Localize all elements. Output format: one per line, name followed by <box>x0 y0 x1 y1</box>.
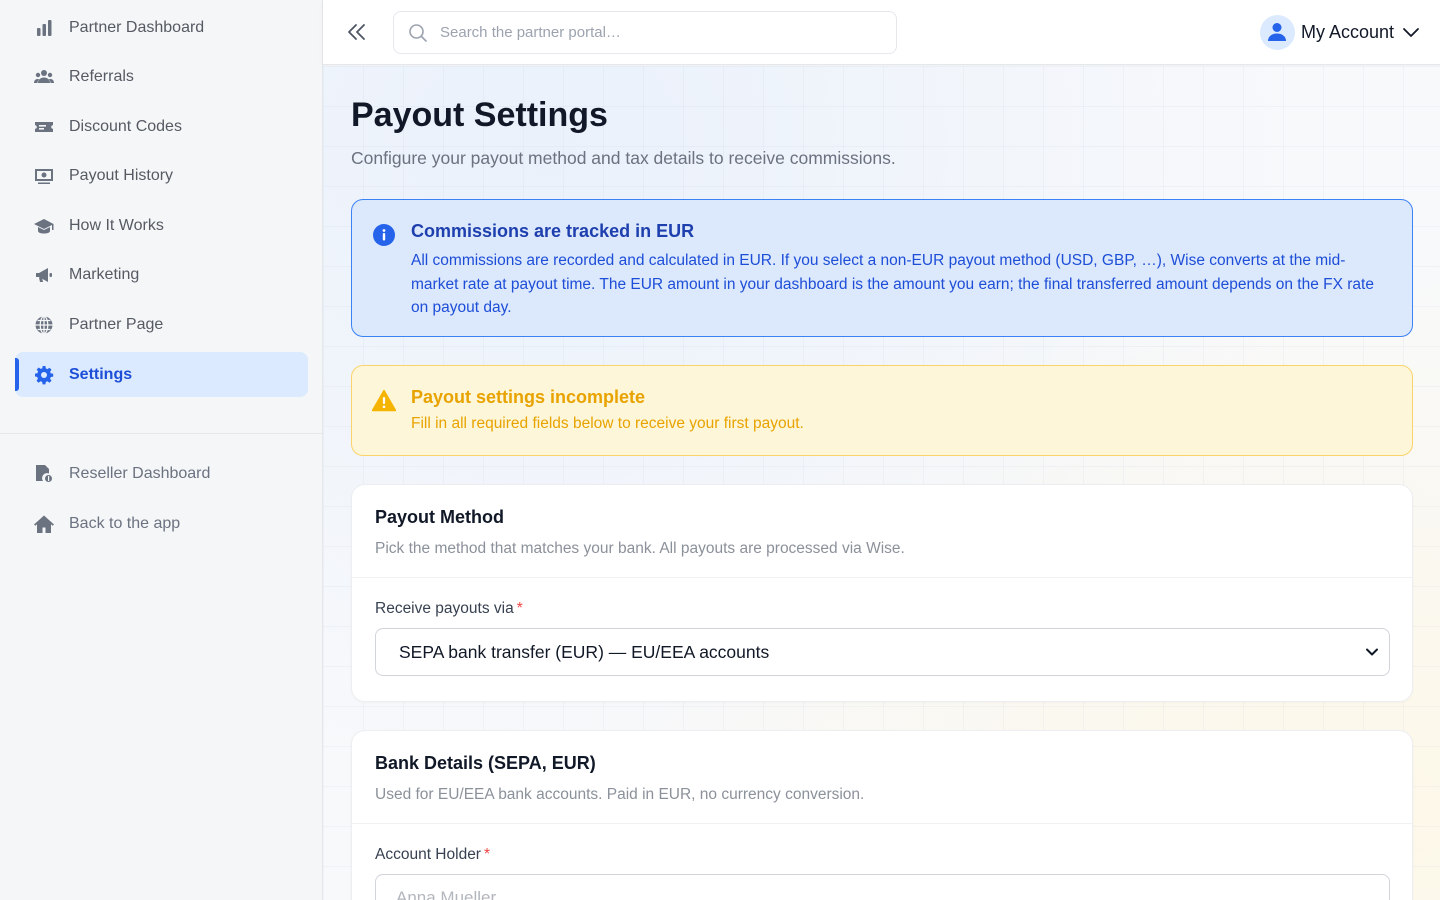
required-mark: * <box>483 846 491 863</box>
info-alert-body: All commissions are recorded and calcula… <box>411 252 1374 316</box>
users-icon <box>33 66 55 88</box>
main-content: Payout Settings Configure your payout me… <box>323 66 1440 900</box>
field-label: Account Holder * <box>375 846 490 863</box>
selected-value: SEPA bank transfer (EUR) — EU/EEA accoun… <box>399 641 770 662</box>
info-alert-title: Commissions are tracked in EUR <box>411 221 695 241</box>
account-holder-input[interactable] <box>396 875 1369 900</box>
sidebar-item-marketing[interactable]: Marketing <box>15 252 308 297</box>
field-label-text: Receive payouts via <box>375 600 514 617</box>
page-subtitle: Configure your payout method and tax det… <box>351 148 896 168</box>
warning-alert-body: Fill in all required fields below to rec… <box>411 415 804 432</box>
info-alert: Commissions are tracked in EUR All commi… <box>351 199 1413 337</box>
sidebar-item-back-to-app[interactable]: Back to the app <box>15 501 308 546</box>
sidebar-item-label: Referrals <box>69 67 134 85</box>
user-icon <box>1268 23 1287 41</box>
card-title: Payout Method <box>375 507 504 527</box>
sidebar-item-referrals[interactable]: Referrals <box>15 54 308 99</box>
account-holder-field[interactable] <box>375 874 1390 900</box>
sidebar-item-partner-dashboard[interactable]: Partner Dashboard <box>15 5 308 50</box>
sidebar-item-how-it-works[interactable]: How It Works <box>15 203 308 248</box>
sidebar-item-label: How It Works <box>69 216 164 234</box>
collapse-sidebar-button[interactable] <box>345 20 369 44</box>
field-label: Receive payouts via * <box>375 600 523 617</box>
sidebar-item-label: Marketing <box>69 265 140 283</box>
warning-alert: Payout settings incomplete Fill in all r… <box>351 365 1413 456</box>
bar-chart-icon <box>33 17 55 39</box>
account-label: My Account <box>1300 21 1394 42</box>
chevron-down-icon <box>1403 28 1419 37</box>
sidebar-item-discount-codes[interactable]: Discount Codes <box>15 104 308 149</box>
sidebar-item-settings[interactable]: Settings <box>15 352 308 397</box>
search-box[interactable] <box>393 11 897 54</box>
card-description: Used for EU/EEA bank accounts. Paid in E… <box>375 786 865 803</box>
payout-method-card: Payout Method Pick the method that match… <box>351 484 1413 702</box>
globe-icon <box>33 314 55 336</box>
sidebar: Partner Dashboard Referrals Discount Cod… <box>0 0 323 900</box>
search-input[interactable] <box>440 24 860 41</box>
payout-method-select[interactable]: SEPA bank transfer (EUR) — EU/EEA accoun… <box>375 628 1390 676</box>
sidebar-item-payout-history[interactable]: Payout History <box>15 153 308 198</box>
chevron-down-icon <box>1366 648 1378 656</box>
card-body: Account Holder * <box>352 824 1412 900</box>
sidebar-item-partner-page[interactable]: Partner Page <box>15 302 308 347</box>
card-header: Bank Details (SEPA, EUR) Used for EU/EEA… <box>352 731 1412 824</box>
sidebar-item-reseller-dashboard[interactable]: Reseller Dashboard <box>15 451 308 496</box>
card-header: Payout Method Pick the method that match… <box>352 485 1412 578</box>
avatar <box>1259 14 1295 50</box>
card-description: Pick the method that matches your bank. … <box>375 540 905 557</box>
sidebar-item-label: Partner Page <box>69 315 164 333</box>
bank-details-card: Bank Details (SEPA, EUR) Used for EU/EEA… <box>351 730 1413 900</box>
money-bill-icon <box>33 165 55 187</box>
info-icon <box>373 224 395 246</box>
card-title: Bank Details (SEPA, EUR) <box>375 753 596 773</box>
warning-alert-title: Payout settings incomplete <box>411 387 646 407</box>
sidebar-item-label: Back to the app <box>69 514 181 532</box>
reseller-icon <box>33 463 55 485</box>
gear-icon <box>33 364 55 386</box>
home-icon <box>33 513 55 535</box>
page-title: Payout Settings <box>351 96 608 134</box>
double-chevron-left-icon <box>348 24 365 40</box>
sidebar-item-label: Partner Dashboard <box>69 18 205 36</box>
account-menu-button[interactable]: My Account <box>1259 14 1420 50</box>
sidebar-divider <box>0 433 323 434</box>
sidebar-item-label: Discount Codes <box>69 117 182 135</box>
ticket-icon <box>33 116 55 138</box>
megaphone-icon <box>33 264 55 286</box>
sidebar-item-label: Settings <box>69 365 133 383</box>
search-icon <box>409 23 427 42</box>
sidebar-item-label: Reseller Dashboard <box>69 464 211 482</box>
required-mark: * <box>516 600 523 617</box>
card-body: Receive payouts via * SEPA bank transfer … <box>352 578 1412 676</box>
warning-icon <box>372 389 396 412</box>
field-label-text: Account Holder <box>375 846 481 863</box>
topbar: My Account <box>323 0 1440 65</box>
graduation-cap-icon <box>33 215 55 237</box>
sidebar-item-label: Payout History <box>69 166 174 184</box>
